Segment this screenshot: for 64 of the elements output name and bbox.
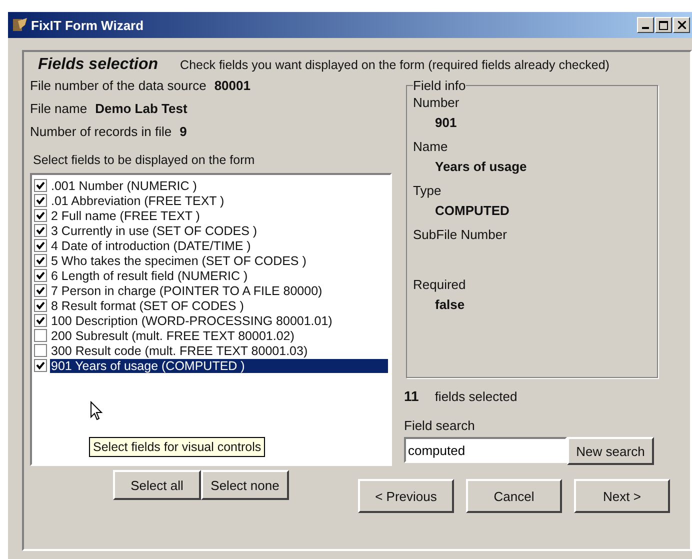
info-value: COMPUTED bbox=[434, 202, 510, 220]
field-list-item[interactable]: 8 Result format (SET OF CODES ) bbox=[50, 298, 245, 312]
mouse-pointer-icon bbox=[90, 401, 103, 421]
field-list-item[interactable]: 200 Subresult (mult. FREE TEXT 80001.02) bbox=[50, 328, 296, 342]
list-button[interactable]: Select all bbox=[113, 470, 201, 500]
close-icon bbox=[678, 21, 686, 29]
checkbox[interactable] bbox=[34, 254, 47, 267]
search-field[interactable]: computed bbox=[404, 437, 567, 463]
page-heading: Fields selection bbox=[38, 56, 158, 74]
field-list-item[interactable]: 6 Length of result field (NUMERIC ) bbox=[50, 268, 249, 282]
tooltip: Select fields for visual controls bbox=[89, 437, 266, 457]
info-value: false bbox=[434, 296, 466, 314]
app-icon bbox=[12, 17, 28, 33]
checkbox[interactable] bbox=[34, 344, 47, 357]
field-list-item[interactable]: 7 Person in charge (POINTER TO A FILE 80000) bbox=[50, 284, 324, 298]
new-search-button[interactable]: New search bbox=[567, 437, 654, 465]
checkbox[interactable] bbox=[34, 179, 47, 192]
maximize-icon bbox=[659, 20, 668, 30]
window-title: FixIT Form Wizard bbox=[31, 18, 145, 32]
checkbox[interactable] bbox=[34, 284, 47, 297]
info-label: Number of records in file bbox=[30, 124, 172, 139]
info-label: Number bbox=[413, 94, 460, 112]
maximize-button[interactable] bbox=[655, 17, 672, 33]
checkbox[interactable] bbox=[34, 239, 47, 252]
info-label: Required bbox=[413, 276, 467, 294]
field-list-item[interactable]: 901 Years of usage (COMPUTED ) bbox=[50, 358, 388, 372]
search-label: Field search bbox=[404, 418, 476, 433]
field-list-item[interactable]: 100 Description (WORD-PROCESSING 80001.01) bbox=[50, 314, 334, 328]
info-value: Years of usage bbox=[434, 158, 528, 176]
list-button[interactable]: Select none bbox=[201, 470, 289, 500]
close-button[interactable] bbox=[673, 17, 690, 33]
checkbox[interactable] bbox=[34, 269, 47, 282]
selected-count: 11 bbox=[404, 388, 419, 404]
checkbox[interactable] bbox=[34, 359, 47, 372]
info-value: 901 bbox=[434, 114, 458, 132]
field-list-item[interactable]: 300 Result code (mult. FREE TEXT 80001.03) bbox=[50, 344, 309, 358]
checkbox[interactable] bbox=[34, 194, 47, 207]
info-value: 9 bbox=[180, 124, 187, 139]
info-label: File number of the data source bbox=[30, 78, 206, 93]
wizard-button[interactable]: Next > bbox=[574, 479, 670, 513]
checkbox[interactable] bbox=[34, 299, 47, 312]
group-title: Field info bbox=[413, 78, 466, 93]
field-list-item[interactable]: 4 Date of introduction (DATE/TIME ) bbox=[50, 238, 252, 252]
field-list-item[interactable]: 3 Currently in use (SET OF CODES ) bbox=[50, 224, 258, 238]
minimize-button[interactable] bbox=[637, 17, 654, 33]
checkbox[interactable] bbox=[34, 209, 47, 222]
wizard-button[interactable]: Cancel bbox=[466, 479, 562, 513]
info-label: Name bbox=[413, 138, 449, 156]
info-value: 80001 bbox=[214, 78, 250, 93]
checkbox[interactable] bbox=[34, 314, 47, 327]
count-label: fields selected bbox=[434, 389, 518, 404]
info-value: Demo Lab Test bbox=[95, 101, 188, 116]
field-list-item[interactable]: .001 Number (NUMERIC ) bbox=[50, 178, 198, 192]
info-label: File name bbox=[30, 101, 88, 116]
info-label: Type bbox=[413, 182, 442, 200]
instruction-text: Check fields you want displayed on the form (required fields already checked) bbox=[180, 58, 610, 72]
list-label: Select fields to be displayed on the form bbox=[33, 153, 256, 167]
field-list-item[interactable]: 2 Full name (FREE TEXT ) bbox=[50, 208, 201, 222]
info-label: SubFile Number bbox=[413, 226, 508, 244]
checkbox[interactable] bbox=[34, 224, 47, 237]
field-list-item[interactable]: .01 Abbreviation (FREE TEXT ) bbox=[50, 194, 226, 208]
field-list-item[interactable]: 5 Who takes the specimen (SET OF CODES ) bbox=[50, 254, 308, 268]
checkbox[interactable] bbox=[34, 329, 47, 342]
wizard-button[interactable]: < Previous bbox=[358, 479, 454, 513]
